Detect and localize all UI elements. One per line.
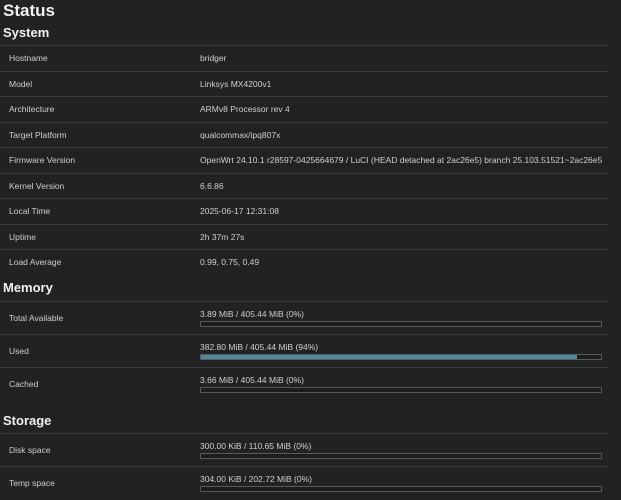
system-table: Hostname bridger Model Linksys MX4200v1 … [0, 45, 608, 275]
table-row: Uptime 2h 37m 27s [0, 223, 608, 250]
progress-text: 3.66 MiB / 405.44 MiB (0%) [200, 375, 304, 385]
progress-text: 3.89 MiB / 405.44 MiB (0%) [200, 309, 304, 319]
row-label: Load Average [9, 257, 62, 268]
storage-heading: Storage [3, 413, 52, 428]
row-label: Kernel Version [9, 180, 65, 191]
row-label: Target Platform [9, 129, 67, 140]
row-label: Architecture [9, 104, 55, 115]
storage-row-disk-space: Disk space 300.00 KiB / 110.65 MiB (0%) [0, 433, 608, 466]
storage-row-temp-space: Temp space 304.00 KiB / 202.72 MiB (0%) [0, 466, 608, 499]
memory-row-used: Used 382.80 MiB / 405.44 MiB (94%) [0, 334, 608, 367]
row-value: 2h 37m 27s [200, 231, 245, 242]
table-row: Kernel Version 6.6.86 [0, 172, 608, 199]
row-value: bridger [200, 53, 227, 64]
memory-table: Total Available 3.89 MiB / 405.44 MiB (0… [0, 301, 608, 400]
row-label: Cached [9, 379, 39, 389]
table-row: Hostname bridger [0, 45, 608, 71]
table-row: Architecture ARMv8 Processor rev 4 [0, 96, 608, 122]
row-label: Local Time [9, 206, 51, 217]
row-value: qualcommax/ipq807x [200, 129, 281, 140]
progress-text: 382.80 MiB / 405.44 MiB (94%) [200, 342, 319, 352]
row-label: Used [9, 346, 29, 356]
progress-text: 304.00 KiB / 202.72 MiB (0%) [200, 474, 312, 484]
row-label: Disk space [9, 445, 51, 455]
row-value: 6.6.86 [200, 180, 224, 191]
progress-fill [201, 355, 577, 359]
progress-bar [200, 387, 602, 393]
progress-bar [200, 321, 602, 327]
progress-text: 300.00 KiB / 110.65 MiB (0%) [200, 441, 312, 451]
table-row: Load Average 0.99, 0.75, 0.49 [0, 249, 608, 275]
row-label: Uptime [9, 231, 36, 242]
row-value: 0.99, 0.75, 0.49 [200, 257, 260, 268]
table-row: Model Linksys MX4200v1 [0, 70, 608, 97]
memory-heading: Memory [3, 280, 53, 295]
row-value: Linksys MX4200v1 [200, 78, 272, 89]
storage-table: Disk space 300.00 KiB / 110.65 MiB (0%) … [0, 433, 608, 499]
row-value: 2025-06-17 12:31:08 [200, 206, 279, 217]
page-title: Status [3, 1, 55, 20]
row-label: Total Available [9, 313, 64, 323]
row-label: Model [9, 78, 33, 89]
system-heading: System [3, 25, 50, 40]
progress-bar [200, 354, 602, 360]
row-label: Hostname [9, 53, 48, 64]
row-label: Temp space [9, 478, 55, 488]
status-page: Status System Hostname bridger Model Lin… [0, 0, 621, 500]
memory-row-total-available: Total Available 3.89 MiB / 405.44 MiB (0… [0, 301, 608, 334]
memory-row-cached: Cached 3.66 MiB / 405.44 MiB (0%) [0, 367, 608, 400]
table-row: Firmware Version OpenWrt 24.10.1 r28597-… [0, 147, 608, 173]
row-value: OpenWrt 24.10.1 r28597-0425664679 / LuCI… [200, 155, 603, 166]
table-row: Target Platform qualcommax/ipq807x [0, 121, 608, 148]
row-value: ARMv8 Processor rev 4 [200, 104, 290, 115]
progress-bar [200, 453, 602, 459]
row-label: Firmware Version [9, 155, 76, 166]
table-row: Local Time 2025-06-17 12:31:08 [0, 198, 608, 224]
progress-bar [200, 486, 602, 492]
